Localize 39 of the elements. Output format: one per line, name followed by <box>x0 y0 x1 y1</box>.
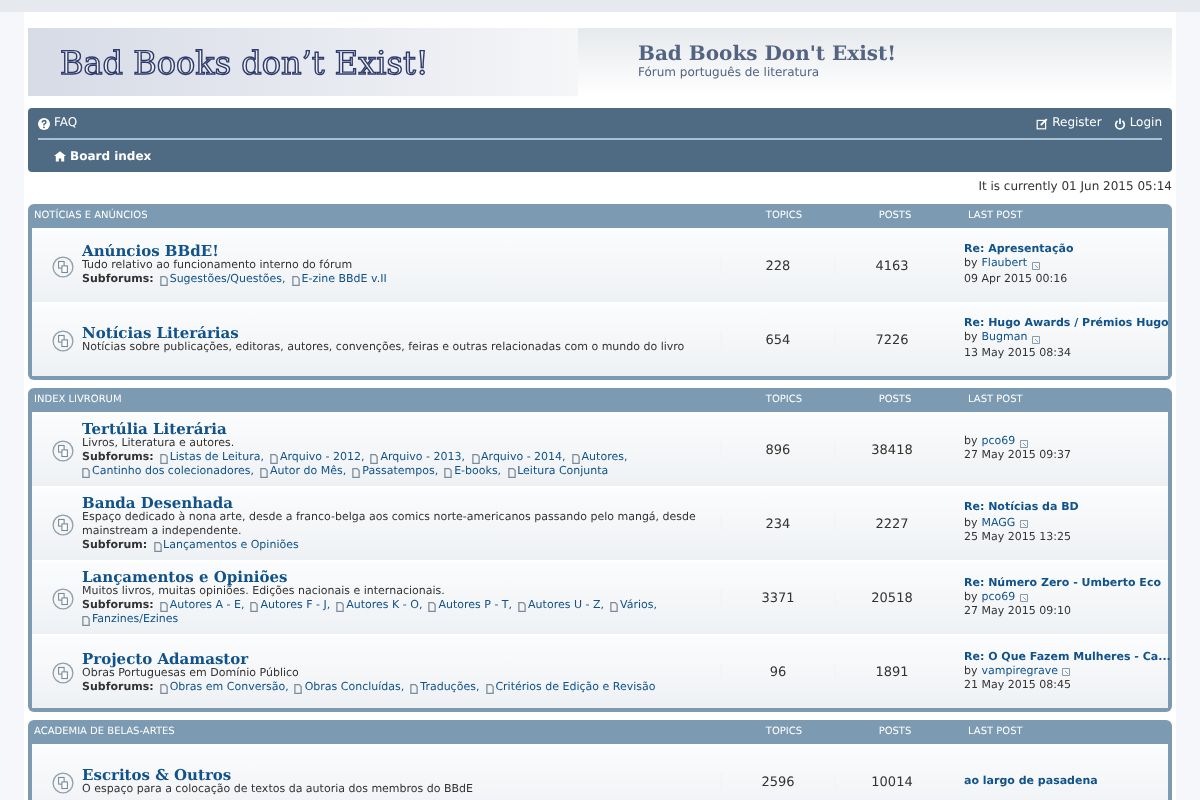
edit-icon <box>1036 117 1049 129</box>
view-post-icon[interactable] <box>1031 261 1040 270</box>
view-post-icon[interactable] <box>1019 439 1028 447</box>
help-icon <box>38 117 50 129</box>
forum-read-icon <box>52 329 74 351</box>
forum-read-icon <box>52 661 74 684</box>
page-icon <box>291 276 300 287</box>
page-icon <box>507 468 516 479</box>
page-icon <box>428 602 437 613</box>
power-icon <box>1113 117 1126 129</box>
page-icon <box>444 468 453 479</box>
page-icon <box>294 683 303 694</box>
page-icon <box>159 683 168 694</box>
page-icon <box>336 602 345 613</box>
view-post-icon[interactable] <box>1031 335 1040 344</box>
forum-read-icon <box>52 587 74 610</box>
home-icon <box>54 150 66 162</box>
page-icon <box>571 453 580 464</box>
page-icon <box>250 602 259 613</box>
page-icon <box>82 616 90 627</box>
view-post-icon[interactable] <box>1019 594 1028 603</box>
page-icon <box>485 683 494 694</box>
page-icon <box>159 602 168 613</box>
forum-read-icon <box>52 771 74 794</box>
forum-read-icon <box>52 513 74 536</box>
page-icon <box>153 542 162 553</box>
forum-read-icon <box>52 439 74 462</box>
view-post-icon[interactable] <box>1062 668 1071 677</box>
page-icon <box>159 453 168 464</box>
logo-banner[interactable]: Bad Books don’t Exist! <box>28 28 578 96</box>
page-icon <box>82 468 90 479</box>
view-post-icon[interactable] <box>1019 520 1028 529</box>
page-icon <box>159 276 168 287</box>
site-title: Bad Books Don't Exist! <box>638 44 897 66</box>
page-icon <box>410 683 419 694</box>
page-icon <box>518 602 527 613</box>
page-icon <box>471 453 480 464</box>
forum-read-icon <box>52 255 74 277</box>
page-icon <box>609 602 618 613</box>
